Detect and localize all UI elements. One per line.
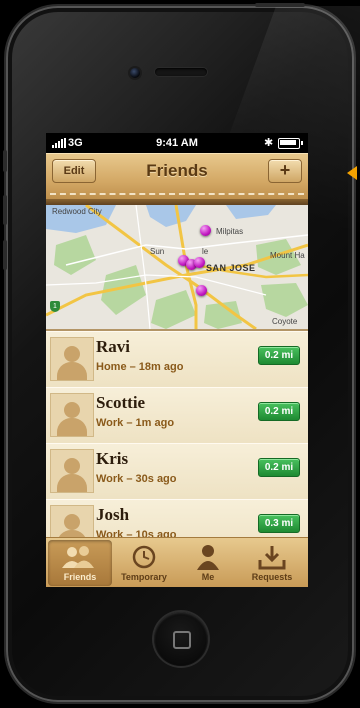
- list-item[interactable]: Ravi Home – 18m ago 0.2 mi: [46, 331, 308, 388]
- avatar: [50, 505, 94, 537]
- friend-name: Scottie: [96, 393, 146, 412]
- map-label-mounth: Mount Ha: [270, 251, 305, 260]
- distance-badge: 0.2 mi: [258, 458, 300, 477]
- device-stage: 3G 9:41 AM ✱ Edit Friends + Redwood City…: [0, 0, 360, 708]
- route-shield-icon: 1: [50, 301, 60, 312]
- tab-requests[interactable]: Requests: [240, 540, 304, 586]
- mute-switch: [3, 150, 7, 172]
- map-label-redwood: Redwood City: [52, 207, 102, 216]
- add-friend-button[interactable]: +: [268, 159, 302, 183]
- avatar: [50, 337, 94, 381]
- tab-label: Requests: [251, 572, 293, 582]
- tab-friends[interactable]: Friends: [48, 540, 112, 586]
- distance-badge: 0.2 mi: [258, 402, 300, 421]
- map-label-sunnyvale-a: Sun: [150, 247, 165, 256]
- friend-pin[interactable]: [196, 285, 207, 296]
- friend-location: Home – 18m ago: [96, 361, 184, 373]
- battery-icon: [278, 138, 303, 149]
- map-label-sunnyvale-b: le: [202, 247, 209, 256]
- front-camera: [130, 68, 140, 78]
- friend-location: Work – 1m ago: [96, 417, 175, 429]
- avatar: [50, 449, 94, 493]
- friend-name: Kris: [96, 449, 129, 468]
- inbox-download-icon: [258, 546, 286, 570]
- tab-bar: Friends Temporary Me Requests: [46, 537, 308, 587]
- volume-up-button: [3, 195, 7, 225]
- tab-label: Temporary: [121, 572, 167, 582]
- home-button[interactable]: [154, 612, 208, 666]
- friend-location: Work – 10s ago: [96, 529, 177, 537]
- tab-temporary[interactable]: Temporary: [112, 540, 176, 586]
- navigation-bar: Edit Friends +: [46, 153, 308, 205]
- map-label-coyote: Coyote: [272, 317, 298, 326]
- tab-label: Me: [201, 572, 215, 582]
- callout-arrow-icon: [347, 166, 357, 180]
- bluetooth-icon: ✱: [264, 137, 274, 149]
- friend-pin[interactable]: [200, 225, 211, 236]
- tab-me[interactable]: Me: [176, 540, 240, 586]
- page-title: Friends: [146, 161, 208, 180]
- phone-screen: 3G 9:41 AM ✱ Edit Friends + Redwood City…: [46, 133, 308, 587]
- friends-list: Ravi Home – 18m ago 0.2 mi Scottie Work …: [46, 331, 308, 537]
- leather-stitch: [50, 193, 304, 195]
- status-bar: 3G 9:41 AM ✱: [46, 133, 308, 153]
- distance-badge: 0.2 mi: [258, 346, 300, 365]
- avatar: [50, 393, 94, 437]
- edit-button[interactable]: Edit: [52, 159, 96, 183]
- friend-name: Josh: [96, 505, 130, 524]
- friends-map[interactable]: Redwood City Milpitas Sun le SAN JOSE Mo…: [46, 205, 308, 331]
- distance-badge: 0.3 mi: [258, 514, 300, 533]
- map-graphic: [46, 205, 308, 329]
- map-label-sanjose: SAN JOSE: [206, 263, 256, 273]
- list-item[interactable]: Scottie Work – 1m ago 0.2 mi: [46, 387, 308, 444]
- friend-location: Work – 30s ago: [96, 473, 177, 485]
- volume-down-button: [3, 240, 7, 270]
- friend-pin[interactable]: [194, 257, 205, 268]
- person-icon: [197, 545, 219, 570]
- list-item[interactable]: Kris Work – 30s ago 0.2 mi: [46, 443, 308, 500]
- sleep-button: [255, 3, 305, 7]
- earpiece-speaker: [155, 68, 207, 76]
- tab-label: Friends: [63, 572, 97, 582]
- map-label-milpitas: Milpitas: [216, 227, 244, 236]
- clock-icon: [132, 545, 156, 569]
- friend-name: Ravi: [96, 337, 130, 356]
- list-item[interactable]: Josh Work – 10s ago 0.3 mi: [46, 499, 308, 537]
- friends-icon: [62, 546, 94, 568]
